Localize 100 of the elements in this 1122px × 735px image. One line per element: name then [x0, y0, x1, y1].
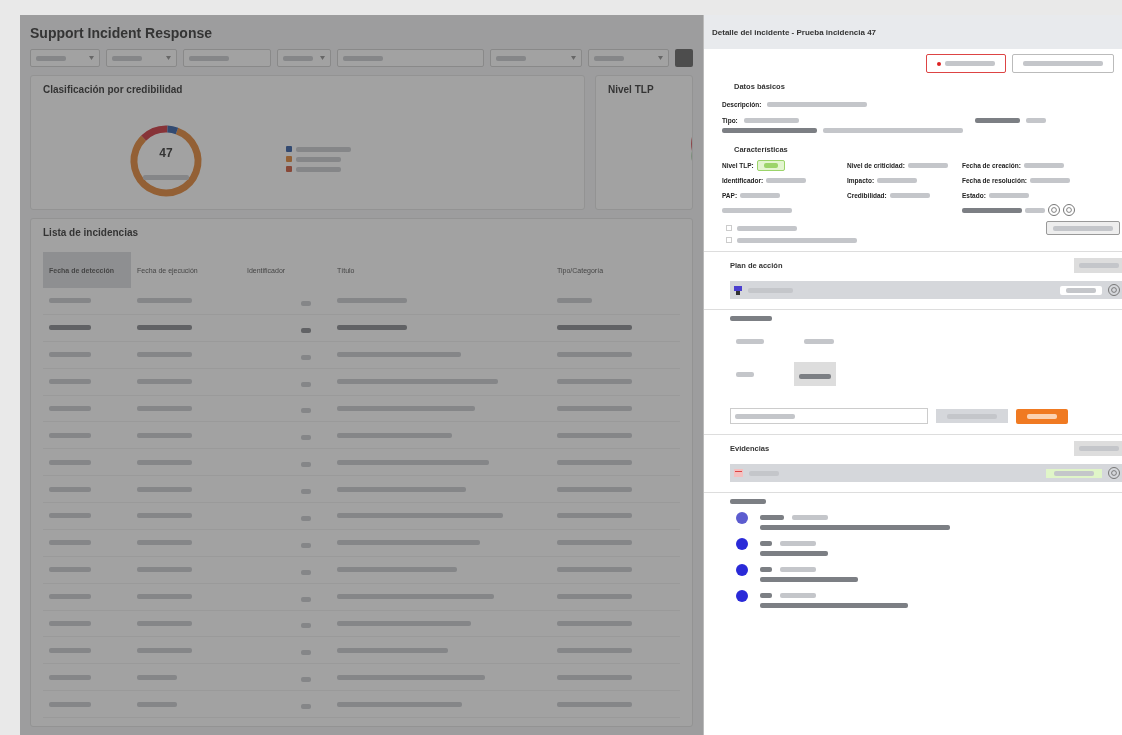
caret-icon — [658, 56, 664, 60]
blurred-text — [49, 352, 91, 358]
blurred-text — [730, 499, 766, 504]
blurred-text — [301, 381, 311, 387]
blurred-text — [111, 55, 142, 61]
add-button[interactable] — [1074, 441, 1122, 456]
action-button[interactable] — [1046, 221, 1120, 235]
filter-dropdown[interactable] — [105, 49, 178, 67]
blurred-text — [1027, 413, 1057, 419]
blurred-text — [137, 352, 192, 358]
blurred-text — [780, 593, 816, 598]
blurred-text — [301, 623, 311, 629]
blurred-text — [593, 55, 624, 61]
blurred-text — [137, 432, 192, 438]
round-icon-button[interactable] — [1108, 467, 1120, 479]
alert-button[interactable] — [926, 54, 1006, 73]
blurred-text — [760, 515, 784, 520]
blurred-text — [337, 325, 407, 331]
blurred-text — [760, 567, 772, 572]
circle-icon — [1110, 286, 1118, 294]
evidence-item[interactable] — [730, 464, 1122, 482]
avatar-icon — [736, 590, 748, 602]
filter-button[interactable] — [675, 49, 693, 67]
blurred-text — [301, 515, 311, 521]
blurred-text — [962, 207, 1022, 213]
blurred-text — [301, 596, 311, 602]
blurred-text — [737, 225, 797, 231]
blurred-text — [760, 593, 772, 598]
blurred-text — [1053, 225, 1113, 231]
blurred-text — [736, 371, 754, 377]
blurred-text — [137, 405, 192, 411]
caret-icon — [570, 56, 576, 60]
input-field[interactable] — [730, 408, 928, 424]
plan-item[interactable] — [730, 281, 1122, 299]
blurred-text — [760, 551, 828, 556]
round-icon-button[interactable] — [1063, 204, 1075, 216]
blurred-text — [301, 569, 311, 575]
round-icon-button[interactable] — [1048, 204, 1060, 216]
blurred-text — [1054, 470, 1094, 476]
filter-field[interactable] — [337, 49, 485, 67]
round-icon-button[interactable] — [1108, 284, 1120, 296]
blurred-text — [137, 459, 192, 465]
blurred-text — [1066, 287, 1096, 293]
blurred-text — [49, 325, 91, 331]
blurred-text — [730, 316, 772, 321]
blurred-text — [301, 650, 311, 656]
blurred-text — [49, 567, 91, 573]
blurred-text — [137, 701, 177, 707]
caret-icon — [166, 56, 172, 60]
blurred-text — [49, 486, 91, 492]
blurred-text — [137, 674, 177, 680]
blurred-text — [496, 55, 527, 61]
page-title: Support Incident Response — [30, 25, 213, 41]
card-title: Lista de incidencias — [43, 227, 140, 238]
blurred-text — [974, 117, 1020, 123]
document-icon — [734, 285, 742, 295]
blurred-text — [137, 594, 192, 600]
blurred-text — [49, 405, 91, 411]
blurred-text — [49, 432, 91, 438]
blurred-text — [137, 379, 192, 385]
avatar-icon — [736, 538, 748, 550]
add-button[interactable] — [1074, 258, 1122, 273]
blurred-text — [792, 515, 828, 520]
filter-dropdown[interactable] — [490, 49, 582, 67]
blurred-text — [137, 513, 192, 519]
filter-dropdown[interactable] — [587, 49, 670, 67]
blurred-text — [736, 339, 764, 344]
blurred-text — [49, 459, 91, 465]
card-title: Nivel TLP — [608, 84, 655, 95]
blurred-text — [740, 192, 781, 198]
backdrop-overlay[interactable] — [20, 15, 703, 735]
blurred-text — [301, 408, 311, 414]
blurred-text — [137, 486, 192, 492]
caret-icon — [88, 56, 94, 60]
blurred-text — [137, 567, 192, 573]
blurred-text — [743, 117, 799, 123]
caret-icon — [320, 56, 326, 60]
blurred-text — [337, 298, 407, 304]
blurred-text — [296, 166, 341, 172]
secondary-button[interactable] — [936, 409, 1008, 423]
blurred-text — [907, 162, 948, 168]
filter-field[interactable] — [183, 49, 271, 67]
blurred-text — [877, 177, 918, 183]
filter-dropdown[interactable] — [30, 49, 100, 67]
blurred-text — [735, 413, 795, 419]
blurred-text — [301, 704, 311, 710]
blurred-text — [557, 298, 592, 304]
blurred-text — [49, 620, 91, 626]
blurred-text — [49, 701, 91, 707]
blurred-text — [137, 620, 192, 626]
avatar-icon — [736, 512, 748, 524]
filter-dropdown[interactable] — [276, 49, 332, 67]
blurred-text — [780, 541, 816, 546]
circle-icon — [1065, 206, 1073, 214]
outline-button[interactable] — [1012, 54, 1114, 73]
blurred-text — [343, 55, 384, 61]
blurred-text — [189, 55, 230, 61]
blurred-text — [137, 325, 192, 331]
blurred-text — [137, 647, 192, 653]
primary-button[interactable] — [1016, 408, 1068, 424]
